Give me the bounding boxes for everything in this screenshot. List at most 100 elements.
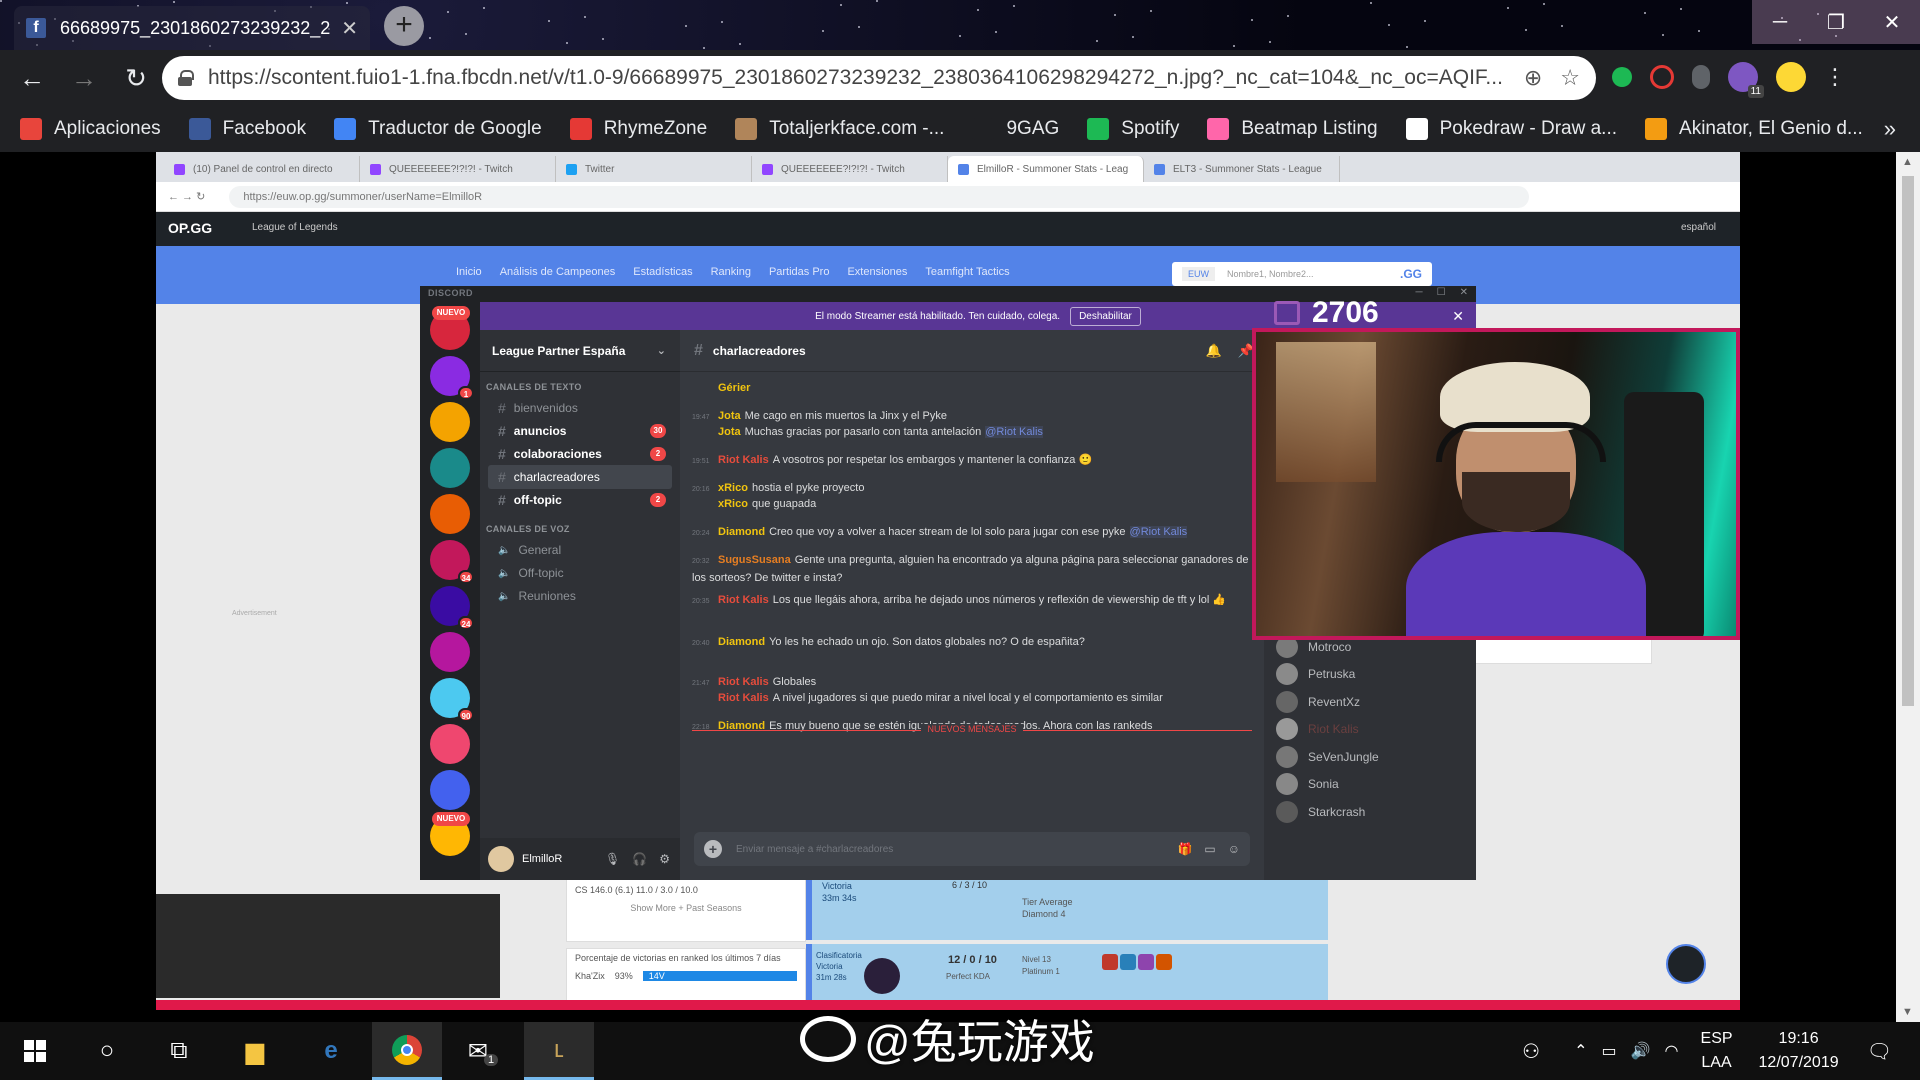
bookmark-item[interactable]: Aplicaciones	[20, 118, 161, 140]
menu-icon[interactable]: ⋮	[1824, 64, 1846, 90]
battery-icon[interactable]: ▭	[1602, 1041, 1617, 1061]
member-item[interactable]: SeVenJungle	[1276, 744, 1379, 770]
attach-plus-icon[interactable]: +	[704, 840, 722, 858]
inner-tab[interactable]: ELT3 - Summoner Stats - League	[1144, 156, 1340, 182]
message-author[interactable]: Riot Kalis	[718, 692, 769, 704]
maximize-button[interactable]: ❐	[1808, 0, 1864, 44]
bookmark-item[interactable]: Beatmap Listing	[1207, 118, 1378, 140]
headphones-icon[interactable]: 🎧	[632, 852, 647, 866]
server-icon[interactable]: 34	[430, 540, 474, 584]
windows-start-icon[interactable]	[0, 1022, 70, 1080]
message-author[interactable]: xRico	[718, 498, 748, 510]
bookmark-star-icon[interactable]: ☆	[1560, 65, 1580, 91]
voice-channel[interactable]: 🔈 General	[488, 538, 672, 562]
scroll-up-arrow-icon[interactable]: ▲	[1902, 156, 1913, 168]
bell-icon[interactable]: 🔔	[1206, 343, 1222, 359]
inner-tab[interactable]: ElmilloR - Summoner Stats - Leag	[948, 156, 1144, 182]
blocker-extension-icon[interactable]	[1650, 65, 1674, 89]
member-item[interactable]: Riot Kalis	[1276, 716, 1359, 742]
bookmark-item[interactable]: Traductor de Google	[334, 118, 542, 140]
notification-icon[interactable]: 🗨	[1867, 1039, 1892, 1064]
back-icon[interactable]: ←	[12, 63, 52, 94]
inner-tab[interactable]: QUEEEEEEE?!?!?! - Twitch	[752, 156, 948, 182]
server-icon[interactable]	[430, 448, 470, 488]
dc-close[interactable]: ✕	[1460, 287, 1468, 298]
show-more-link[interactable]: Show More + Past Seasons	[567, 899, 805, 917]
bookmark-item[interactable]: Totaljerkface.com -...	[735, 118, 944, 140]
user-mention[interactable]: @Riot Kalis	[985, 426, 1043, 438]
voice-channel[interactable]: 🔈 Reuniones	[488, 584, 672, 608]
summoner-search[interactable]: EUW Nombre1, Nombre2... .GG	[1172, 262, 1432, 286]
browser-tab[interactable]: f 66689975_2301860273239232_2 ✕	[14, 6, 370, 50]
scrollbar-thumb[interactable]	[1902, 176, 1914, 706]
voice-category[interactable]: CANALES DE VOZ	[486, 524, 570, 534]
league-client-icon[interactable]: ʟ	[524, 1022, 594, 1080]
forward-icon[interactable]: →	[64, 63, 104, 94]
dc-maximize[interactable]: ☐	[1437, 287, 1446, 298]
voice-channel[interactable]: 🔈 Off-topic	[488, 561, 672, 585]
twitch-extension-icon[interactable]: 11	[1728, 62, 1764, 98]
inner-tab[interactable]: (10) Panel de control en directo	[164, 156, 360, 182]
avatar[interactable]	[488, 846, 514, 872]
wifi-icon[interactable]: ◠	[1665, 1041, 1679, 1061]
inner-tab[interactable]: Twitter	[556, 156, 752, 182]
opgg-menu-item[interactable]: Análisis de Campeones	[500, 266, 616, 278]
bookmark-item[interactable]: Spotify	[1087, 118, 1179, 140]
message-author[interactable]: Riot Kalis	[718, 454, 769, 466]
member-item[interactable]: ReventXz	[1276, 689, 1360, 715]
bookmark-item[interactable]: Pokedraw - Draw a...	[1405, 118, 1617, 140]
message-author[interactable]: Riot Kalis	[718, 676, 769, 688]
opgg-menu-item[interactable]: Extensiones	[847, 266, 907, 278]
message-author[interactable]: Diamond	[718, 636, 765, 648]
message-author[interactable]: xRico	[718, 482, 748, 494]
minimize-button[interactable]: ─	[1752, 0, 1808, 44]
game-selector[interactable]: League of Legends	[252, 222, 338, 233]
input-language[interactable]: ESP LAA	[1701, 1027, 1733, 1075]
message-author[interactable]: Jota	[718, 410, 741, 422]
bookmark-item[interactable]: RhymeZone	[569, 118, 707, 140]
task-view-icon[interactable]: ⧉	[144, 1022, 214, 1080]
gift-icon[interactable]: 🎁	[1177, 842, 1192, 856]
url-text[interactable]: https://scontent.fuio1-1.fna.fbcdn.net/v…	[208, 66, 1506, 90]
tray-chevron-icon[interactable]: ⌃	[1574, 1041, 1587, 1061]
server-icon[interactable]	[430, 724, 470, 764]
channel-off-topic[interactable]: # off-topic 2	[488, 488, 672, 512]
bookmark-item[interactable]: Facebook	[188, 118, 306, 140]
inner-back-icon[interactable]: ← → ↻	[168, 190, 205, 203]
chrome-icon[interactable]	[372, 1022, 442, 1080]
close-window-button[interactable]: ✕	[1864, 0, 1920, 44]
green-extension-icon[interactable]	[1612, 67, 1632, 87]
microphone-icon[interactable]: 🎙	[605, 852, 620, 866]
dc-minimize[interactable]: ─	[1416, 287, 1423, 298]
member-item[interactable]: Sonia	[1276, 771, 1339, 797]
inner-tab[interactable]: QUEEEEEEE?!?!?! - Twitch	[360, 156, 556, 182]
message-author[interactable]: Diamond	[718, 526, 765, 538]
chat-bubble-icon[interactable]	[1666, 944, 1706, 984]
scroll-down-arrow-icon[interactable]: ▼	[1902, 1006, 1913, 1018]
opgg-logo[interactable]: OP.GG	[168, 220, 212, 236]
member-item[interactable]: Petruska	[1276, 661, 1355, 687]
message-author[interactable]: Gérier	[718, 382, 750, 394]
message-author[interactable]: Riot Kalis	[718, 594, 769, 606]
close-tab-icon[interactable]: ✕	[341, 16, 358, 41]
match-row[interactable]: Victoria 33m 34s 6 / 3 / 10 Tier Average…	[806, 874, 1328, 940]
vertical-scrollbar[interactable]: ▲ ▼	[1896, 152, 1920, 1022]
server-icon[interactable]	[430, 494, 470, 534]
mail-icon[interactable]: ✉ 1	[448, 1022, 518, 1080]
search-button[interactable]: .GG	[1400, 267, 1422, 281]
language-selector[interactable]: español	[1681, 222, 1716, 233]
zoom-icon[interactable]: ⊕	[1524, 65, 1542, 91]
bookmark-item[interactable]: Akinator, El Genio d...	[1645, 118, 1863, 140]
opgg-menu-item[interactable]: Estadísticas	[633, 266, 692, 278]
file-explorer-icon[interactable]: ▆	[220, 1022, 290, 1080]
server-icon[interactable]: 724	[430, 586, 474, 630]
emoji-icon[interactable]: ☺	[1228, 842, 1240, 856]
bookmark-item[interactable]: 9GAG	[972, 118, 1059, 140]
member-item[interactable]: Starkcrash	[1276, 799, 1365, 825]
user-mention[interactable]: @Riot Kalis	[1129, 526, 1188, 538]
server-icon[interactable]	[430, 632, 470, 672]
channel-anuncios[interactable]: # anuncios 30	[488, 419, 672, 443]
inner-omnibox[interactable]: https://euw.op.gg/summoner/userName=Elmi…	[229, 185, 1530, 208]
opgg-menu-item[interactable]: Partidas Pro	[769, 266, 830, 278]
close-banner-icon[interactable]: ✕	[1452, 308, 1464, 325]
